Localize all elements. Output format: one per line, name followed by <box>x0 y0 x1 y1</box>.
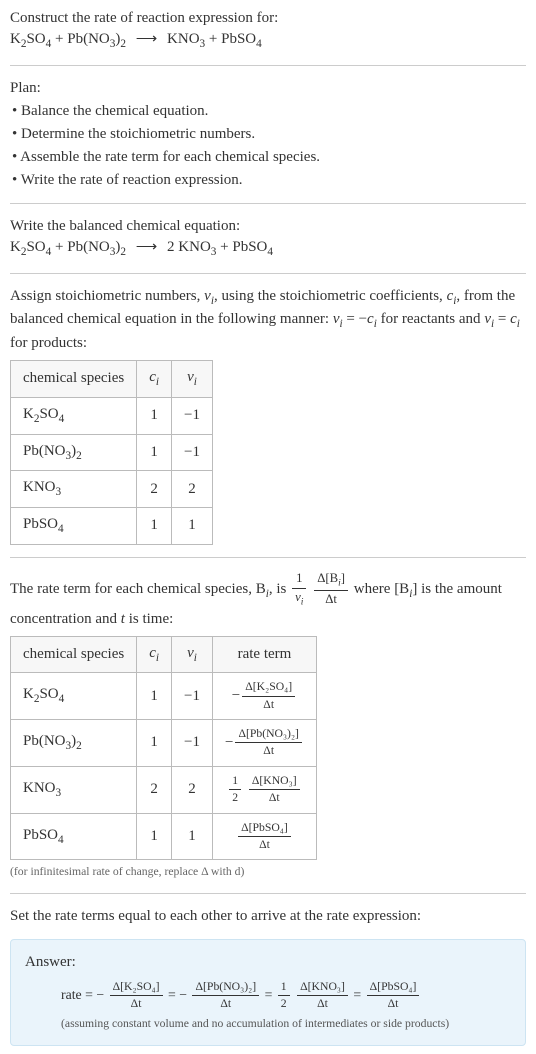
divider <box>10 273 526 274</box>
cell-species: Pb(NO3)2 <box>11 720 137 767</box>
rate-expression: rate = − Δ[K₂SO₄]Δt = − Δ[Pb(NO₃)₂]Δt = … <box>61 979 511 1013</box>
species-pbso4: PbSO4 <box>221 31 262 47</box>
col-ci: ci <box>137 636 172 673</box>
cell-species: Pb(NO3)2 <box>11 434 137 471</box>
cell-nui: 1 <box>172 813 213 860</box>
table-row: Pb(NO3)2 1 −1 <box>11 434 213 471</box>
species-pbso4: PbSO4 <box>232 239 273 255</box>
species-pbno32: Pb(NO3)2 <box>67 239 126 255</box>
arrow-icon: ⟶ <box>136 31 158 47</box>
stoich-table: chemical species ci νi K2SO4 1 −1 Pb(NO3… <box>10 360 213 545</box>
plan-item: • Assemble the rate term for each chemic… <box>12 147 526 168</box>
table-header-row: chemical species ci νi rate term <box>11 636 317 673</box>
cell-species: K2SO4 <box>11 673 137 720</box>
table-header-row: chemical species ci νi <box>11 361 213 398</box>
answer-box: Answer: rate = − Δ[K₂SO₄]Δt = − Δ[Pb(NO₃… <box>10 939 526 1046</box>
coef: 2 <box>167 239 178 255</box>
intro-equation: K2SO4 + Pb(NO3)2 ⟶ KNO3 + PbSO4 <box>10 29 526 53</box>
table-row: K2SO4 1 −1 −Δ[K₂SO₄]Δt <box>11 673 317 720</box>
answer-subnote: (assuming constant volume and no accumul… <box>61 1016 511 1032</box>
rateterm-text: The rate term for each chemical species,… <box>10 570 526 630</box>
frac-dbi-dt: Δ[Bi]Δt <box>314 570 348 609</box>
cell-ci: 1 <box>137 434 172 471</box>
col-ci: ci <box>137 361 172 398</box>
arrow-icon: ⟶ <box>136 239 158 255</box>
cell-ci: 2 <box>137 766 172 813</box>
infinitesimal-note: (for infinitesimal rate of change, repla… <box>10 864 526 880</box>
intro-prompt: Construct the rate of reaction expressio… <box>10 8 526 29</box>
rate-table: chemical species ci νi rate term K2SO4 1… <box>10 636 317 861</box>
table-row: Pb(NO3)2 1 −1 −Δ[Pb(NO₃)₂]Δt <box>11 720 317 767</box>
divider <box>10 203 526 204</box>
cell-species: K2SO4 <box>11 397 137 434</box>
cell-species: KNO3 <box>11 471 137 508</box>
cell-nui: 1 <box>172 508 213 545</box>
plus: + <box>51 239 67 255</box>
species-pbno32: Pb(NO3)2 <box>67 31 126 47</box>
table-row: KNO3 2 2 <box>11 471 213 508</box>
cell-ci: 1 <box>137 813 172 860</box>
frac-one-over-nu: 1νi <box>292 570 306 609</box>
balanced-equation: K2SO4 + Pb(NO3)2 ⟶ 2 KNO3 + PbSO4 <box>10 237 526 261</box>
cell-species: PbSO4 <box>11 508 137 545</box>
divider <box>10 65 526 66</box>
cell-nui: −1 <box>172 397 213 434</box>
balanced-section: Write the balanced chemical equation: K2… <box>10 216 526 261</box>
cell-nui: −1 <box>172 434 213 471</box>
table-row: PbSO4 1 1 <box>11 508 213 545</box>
balanced-title: Write the balanced chemical equation: <box>10 216 526 237</box>
species-kno3: KNO3 <box>167 31 205 47</box>
cell-ci: 1 <box>137 397 172 434</box>
rateterm-section: The rate term for each chemical species,… <box>10 570 526 881</box>
cell-nui: 2 <box>172 766 213 813</box>
intro-section: Construct the rate of reaction expressio… <box>10 8 526 53</box>
cell-nui: −1 <box>172 720 213 767</box>
species-kno3: KNO3 <box>178 239 216 255</box>
cell-nui: −1 <box>172 673 213 720</box>
plan-title: Plan: <box>10 78 526 99</box>
cell-rateterm: 12 Δ[KNO₃]Δt <box>212 766 316 813</box>
plus: + <box>205 31 221 47</box>
table-row: KNO3 2 2 12 Δ[KNO₃]Δt <box>11 766 317 813</box>
cell-species: KNO3 <box>11 766 137 813</box>
plan-list: • Balance the chemical equation. • Deter… <box>12 101 526 191</box>
plus: + <box>216 239 232 255</box>
plan-section: Plan: • Balance the chemical equation. •… <box>10 78 526 191</box>
col-species: chemical species <box>11 361 137 398</box>
table-row: PbSO4 1 1 Δ[PbSO₄]Δt <box>11 813 317 860</box>
plan-item: • Write the rate of reaction expression. <box>12 170 526 191</box>
col-rateterm: rate term <box>212 636 316 673</box>
plan-item: • Determine the stoichiometric numbers. <box>12 124 526 145</box>
assign-text: Assign stoichiometric numbers, νi, using… <box>10 286 526 355</box>
species-k2so4: K2SO4 <box>10 239 51 255</box>
species-k2so4: K2SO4 <box>10 31 51 47</box>
col-nui: νi <box>172 636 213 673</box>
cell-ci: 1 <box>137 508 172 545</box>
cell-ci: 1 <box>137 720 172 767</box>
cell-rateterm: Δ[PbSO₄]Δt <box>212 813 316 860</box>
cell-rateterm: −Δ[Pb(NO₃)₂]Δt <box>212 720 316 767</box>
divider <box>10 557 526 558</box>
cell-ci: 1 <box>137 673 172 720</box>
answer-label: Answer: <box>25 952 511 973</box>
table-row: K2SO4 1 −1 <box>11 397 213 434</box>
cell-ci: 2 <box>137 471 172 508</box>
cell-nui: 2 <box>172 471 213 508</box>
col-species: chemical species <box>11 636 137 673</box>
setequal-text: Set the rate terms equal to each other t… <box>10 906 526 927</box>
assign-section: Assign stoichiometric numbers, νi, using… <box>10 286 526 545</box>
cell-rateterm: −Δ[K₂SO₄]Δt <box>212 673 316 720</box>
col-nui: νi <box>172 361 213 398</box>
cell-species: PbSO4 <box>11 813 137 860</box>
divider <box>10 893 526 894</box>
plus: + <box>51 31 67 47</box>
plan-item: • Balance the chemical equation. <box>12 101 526 122</box>
